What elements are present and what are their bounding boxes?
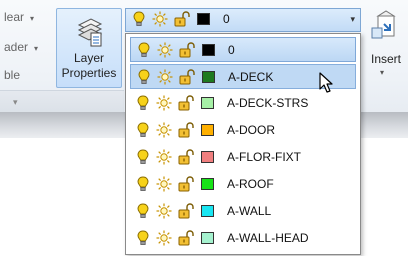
current-layer-name: 0	[223, 12, 230, 26]
light-bulb-icon[interactable]	[137, 149, 149, 165]
layer-name: A-DECK-STRS	[227, 96, 309, 110]
ribbon-item-label: ader	[4, 40, 29, 54]
layer-properties-icon	[77, 18, 103, 47]
color-swatch[interactable]	[197, 13, 210, 25]
color-swatch[interactable]	[202, 71, 215, 83]
layer-name: 0	[228, 43, 235, 57]
layer-row-0[interactable]: 0	[130, 37, 356, 62]
layer-name: A-WALL-HEAD	[227, 231, 309, 245]
insert-button[interactable]: Insert ▾	[364, 8, 408, 88]
color-swatch[interactable]	[201, 124, 214, 136]
mouse-cursor-icon	[319, 72, 333, 93]
color-swatch[interactable]	[201, 232, 214, 244]
unlock-icon[interactable]	[179, 69, 195, 85]
unlock-icon[interactable]	[178, 122, 194, 138]
layer-row-a-flor-fixt[interactable]: A-FLOR-FIXT	[130, 145, 356, 170]
sun-freeze-icon[interactable]	[156, 95, 172, 111]
layer-name: A-FLOR-FIXT	[227, 150, 301, 164]
sun-freeze-icon[interactable]	[156, 122, 172, 138]
sun-freeze-icon[interactable]	[157, 42, 173, 58]
layer-combo[interactable]: 0 ▾	[125, 8, 361, 32]
panel-expand-icon[interactable]: ▾	[13, 97, 18, 108]
sun-freeze-icon[interactable]	[156, 149, 172, 165]
ribbon-item-label: lear	[4, 10, 25, 24]
layer-properties-button[interactable]: Layer Properties	[56, 8, 122, 88]
layer-name: A-ROOF	[227, 177, 274, 191]
color-swatch[interactable]	[201, 205, 214, 217]
unlock-icon[interactable]	[178, 203, 194, 219]
unlock-icon[interactable]	[178, 176, 194, 192]
light-bulb-icon[interactable]	[137, 230, 149, 246]
light-bulb-icon[interactable]	[137, 203, 149, 219]
unlock-icon[interactable]	[178, 149, 194, 165]
light-bulb-icon[interactable]	[133, 11, 145, 27]
layer-row-a-roof[interactable]: A-ROOF	[130, 172, 356, 197]
insert-label: Insert	[370, 52, 401, 66]
layer-dropdown: 0 A-DECK A-DECK-STRS A-DOOR A-FLOR-FIXT …	[125, 33, 361, 255]
unlock-icon[interactable]	[178, 95, 194, 111]
layer-properties-line2: Properties	[61, 66, 117, 80]
layer-row-a-deck-strs[interactable]: A-DECK-STRS	[130, 91, 356, 116]
chevron-down-icon: ▾	[34, 44, 39, 53]
insert-block-icon	[371, 10, 396, 39]
layer-row-a-wall-head[interactable]: A-WALL-HEAD	[130, 226, 356, 251]
sun-freeze-icon[interactable]	[152, 11, 168, 27]
ribbon-item-label: ble	[4, 68, 21, 82]
color-swatch[interactable]	[201, 151, 214, 163]
ribbon-item-table[interactable]: ble	[4, 68, 20, 82]
layer-properties-line1: Layer	[73, 51, 105, 65]
light-bulb-icon[interactable]	[137, 95, 149, 111]
layer-row-a-door[interactable]: A-DOOR	[130, 118, 356, 143]
chevron-down-icon: ▾	[380, 68, 385, 77]
sun-freeze-icon[interactable]	[157, 69, 173, 85]
unlock-icon[interactable]	[179, 42, 195, 58]
light-bulb-icon[interactable]	[137, 122, 149, 138]
layer-properties-label: Layer Properties	[57, 51, 121, 81]
sun-freeze-icon[interactable]	[156, 230, 172, 246]
layer-name: A-DECK	[228, 70, 274, 84]
panel-footer: ▾	[0, 90, 124, 113]
unlock-icon[interactable]	[178, 230, 194, 246]
light-bulb-icon[interactable]	[137, 176, 149, 192]
color-swatch[interactable]	[202, 44, 215, 56]
color-swatch[interactable]	[201, 178, 214, 190]
ribbon-item-clear[interactable]: lear ▾	[4, 10, 34, 24]
ribbon-item-header[interactable]: ader ▾	[4, 40, 38, 54]
color-swatch[interactable]	[201, 97, 214, 109]
light-bulb-icon[interactable]	[138, 42, 150, 58]
layer-name: A-WALL	[227, 204, 272, 218]
light-bulb-icon[interactable]	[138, 69, 150, 85]
chevron-down-icon: ▾	[30, 14, 35, 23]
layer-name: A-DOOR	[227, 123, 275, 137]
chevron-down-icon[interactable]: ▾	[350, 14, 355, 25]
sun-freeze-icon[interactable]	[156, 176, 172, 192]
sun-freeze-icon[interactable]	[156, 203, 172, 219]
layer-row-a-wall[interactable]: A-WALL	[130, 199, 356, 224]
unlock-icon[interactable]	[174, 11, 190, 27]
